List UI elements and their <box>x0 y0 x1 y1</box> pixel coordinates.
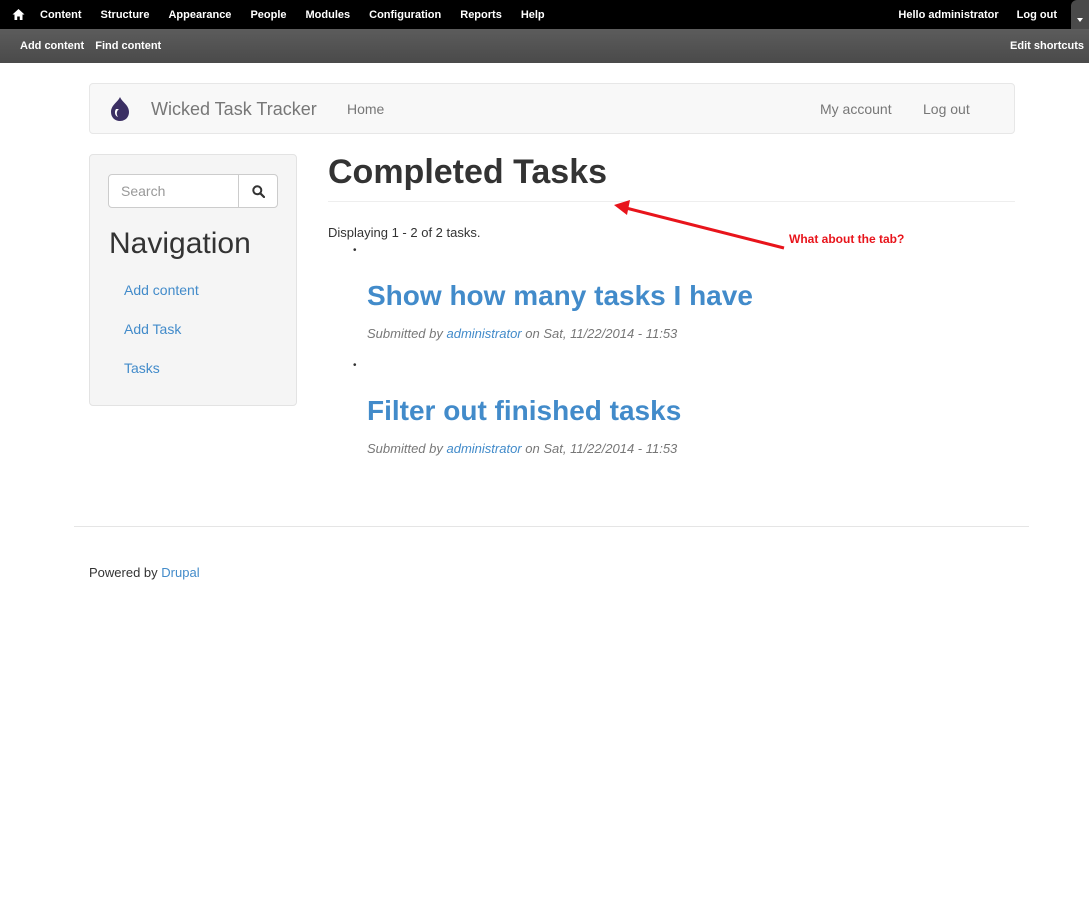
admin-toolbar: Content Structure Appearance People Modu… <box>0 0 1089 29</box>
nav-home-link[interactable]: Home <box>347 101 384 117</box>
admin-menu-configuration[interactable]: Configuration <box>369 9 441 21</box>
submitted-date: on Sat, 11/22/2014 - 11:53 <box>525 441 678 456</box>
admin-logout-link[interactable]: Log out <box>1017 9 1057 21</box>
drupal-link[interactable]: Drupal <box>161 565 199 580</box>
results-summary: Displaying 1 - 2 of 2 tasks. <box>328 225 481 240</box>
author-link[interactable]: administrator <box>447 326 522 341</box>
task-title-link[interactable]: Show how many tasks I have <box>367 280 753 312</box>
search-icon <box>252 185 265 198</box>
task-title-link[interactable]: Filter out finished tasks <box>367 395 681 427</box>
search-button[interactable] <box>238 174 278 208</box>
greeting: Hello administrator <box>898 9 998 21</box>
greeting-prefix: Hello <box>898 8 926 21</box>
nav-link-add-content[interactable]: Add content <box>124 282 199 321</box>
admin-menu-structure[interactable]: Structure <box>101 9 150 21</box>
submitted-date: on Sat, 11/22/2014 - 11:53 <box>525 326 678 341</box>
shortcut-find-content[interactable]: Find content <box>95 40 161 52</box>
task-meta: Submitted by administrator on Sat, 11/22… <box>367 326 677 341</box>
shortcut-add-content[interactable]: Add content <box>20 40 84 52</box>
submitted-by: Submitted by <box>367 326 443 341</box>
navigation-list: Add content Add Task Tasks <box>124 282 199 399</box>
shortcut-bar: Add content Find content Edit shortcuts <box>0 29 1089 63</box>
admin-menu-reports[interactable]: Reports <box>460 9 502 21</box>
greeting-user[interactable]: administrator <box>928 9 998 21</box>
annotation-note: What about the tab? <box>789 232 905 246</box>
edit-shortcuts-link[interactable]: Edit shortcuts <box>1010 40 1084 52</box>
home-icon[interactable] <box>12 8 25 21</box>
search-input[interactable] <box>108 174 239 208</box>
admin-menu-content[interactable]: Content <box>40 9 82 21</box>
admin-menu: Content Structure Appearance People Modu… <box>40 0 564 29</box>
site-navbar: Wicked Task Tracker Home My account Log … <box>89 83 1015 134</box>
admin-menu-help[interactable]: Help <box>521 9 545 21</box>
footer-divider <box>74 526 1029 527</box>
list-bullet: • <box>353 360 357 371</box>
nav-logout-link[interactable]: Log out <box>923 101 970 117</box>
admin-menu-appearance[interactable]: Appearance <box>168 9 231 21</box>
admin-user-area: Hello administrator Log out <box>898 0 1089 29</box>
shortcut-toggle-icon[interactable] <box>1071 0 1089 29</box>
task-meta: Submitted by administrator on Sat, 11/22… <box>367 441 677 456</box>
footer: Powered by Drupal <box>89 565 200 580</box>
navigation-heading: Navigation <box>109 227 251 260</box>
footer-prefix: Powered by <box>89 565 158 580</box>
author-link[interactable]: administrator <box>447 441 522 456</box>
search-form <box>108 174 278 208</box>
nav-my-account-link[interactable]: My account <box>820 101 892 117</box>
nav-link-tasks[interactable]: Tasks <box>124 360 199 399</box>
site-brand-link[interactable]: Wicked Task Tracker <box>151 99 317 120</box>
list-bullet: • <box>353 245 357 256</box>
drupal-drop-icon[interactable] <box>107 96 133 122</box>
admin-menu-people[interactable]: People <box>250 9 286 21</box>
submitted-by: Submitted by <box>367 441 443 456</box>
admin-menu-modules[interactable]: Modules <box>306 9 351 21</box>
sidebar: Navigation Add content Add Task Tasks <box>89 154 297 406</box>
page-title: Completed Tasks <box>328 153 608 191</box>
nav-link-add-task[interactable]: Add Task <box>124 321 199 360</box>
annotation-arrow-icon <box>614 200 785 250</box>
